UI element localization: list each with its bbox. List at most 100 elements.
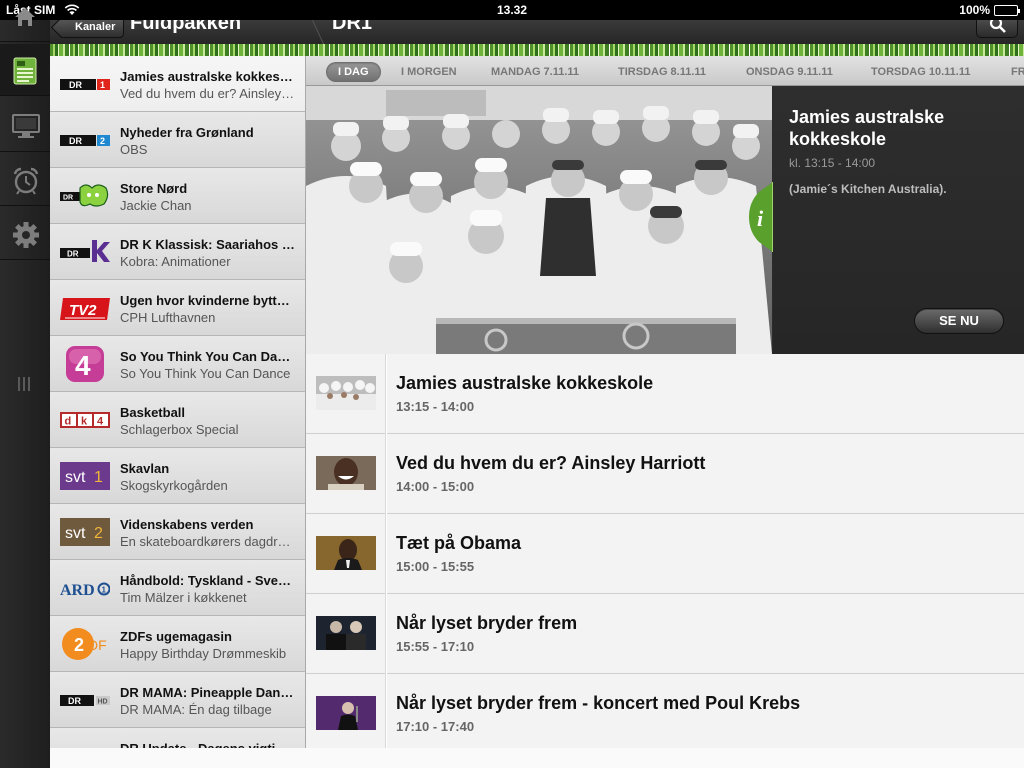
tab-friday[interactable]: FR	[1011, 62, 1024, 82]
channel-next-title: DR MAMA: Én dag tilbage	[120, 702, 272, 717]
program-row[interactable]: Jamies australske kokkeskole 13:15 - 14:…	[306, 354, 1024, 434]
channel-row-dk4[interactable]: d k 4 Basketball Schlagerbox Special	[50, 392, 305, 448]
channel-next-title: Kobra: Animationer	[120, 254, 231, 269]
nav-home[interactable]	[0, 6, 50, 42]
svg-text:i: i	[757, 206, 764, 231]
svg-text:DR: DR	[69, 136, 82, 146]
nav-tv[interactable]	[0, 100, 50, 152]
drk-logo: DR	[60, 240, 110, 262]
home-icon	[15, 8, 35, 26]
channel-row-tv2[interactable]: TV2 Ugen hvor kvinderne byttede CPH Luft…	[50, 280, 305, 336]
app-window: Låst SIM 13.32 100% Kanaler Fuldpakken D…	[0, 0, 1024, 768]
tab-tomorrow[interactable]: I MORGEN	[401, 62, 457, 82]
channel-next-title: Schlagerbox Special	[120, 422, 239, 437]
back-to-channels-button[interactable]: Kanaler	[60, 20, 125, 38]
channel-next-title: So You Think You Can Dance	[120, 366, 291, 381]
channel-row-kanal4[interactable]: 4 So You Think You Can Dance So You Thin…	[50, 336, 305, 392]
battery-icon	[994, 5, 1020, 16]
featured-time: kl. 13:15 - 14:00	[789, 156, 876, 170]
program-time: 15:00 - 15:55	[396, 559, 475, 574]
nav-reminders[interactable]	[0, 154, 50, 206]
channel-next-title: Ved du hvem du er? Ainsley Harriott	[120, 86, 296, 101]
channel-next-title: CPH Lufthavnen	[120, 310, 216, 325]
tab-tuesday[interactable]: TIRSDAG 8.11.11	[618, 62, 706, 82]
featured-program: i Jamies australske kokkeskole kl. 13:15…	[306, 86, 1024, 354]
alarm-clock-icon	[13, 167, 39, 195]
watch-now-button[interactable]: SE NU	[914, 308, 1004, 334]
dr-ramasjang-logo: DR	[60, 184, 109, 207]
svt1-logo: svt 1	[60, 462, 110, 490]
tv-icon	[12, 114, 40, 138]
chefs-group-photo	[306, 86, 772, 354]
program-row[interactable]: Når lyset bryder frem - koncert med Poul…	[306, 674, 1024, 748]
nav-tv-guide[interactable]	[0, 44, 50, 96]
clock: 13.32	[496, 3, 528, 17]
svg-text:1: 1	[102, 586, 107, 595]
featured-info-panel: Jamies australske kokkeskole kl. 13:15 -…	[773, 86, 1024, 354]
channel-now-title: Store Nørd	[120, 181, 188, 196]
dr2-logo: DR 2	[60, 135, 110, 146]
info-icon[interactable]: i	[749, 182, 773, 252]
svg-text:k: k	[81, 416, 88, 428]
tab-wednesday[interactable]: ONSDAG 9.11.11	[746, 62, 833, 82]
program-time: 13:15 - 14:00	[396, 399, 475, 414]
svt2-logo: svt 2	[60, 518, 110, 546]
svg-text:1: 1	[100, 80, 105, 90]
day-tabs: I DAG I MORGEN MANDAG 7.11.11 TIRSDAG 8.…	[306, 56, 1024, 86]
drhd-logo: DR HD	[60, 695, 110, 706]
channel-row-zdf[interactable]: 2 DF ZDFs ugemagasin Happy Birthday Drøm…	[50, 616, 305, 672]
channel-now-title: Jamies australske kokkeskole	[120, 69, 296, 84]
channel-row-ard[interactable]: ARD 1 Håndbold: Tyskland - Sverige Tim M…	[50, 560, 305, 616]
channel-next-title: Jackie Chan	[120, 198, 192, 213]
channel-next-title: Skogskyrkogården	[120, 478, 228, 493]
search-button[interactable]	[976, 20, 1018, 38]
channel-row-drhd[interactable]: DR HD DR MAMA: Pineapple Dance Studios D…	[50, 672, 305, 728]
program-row[interactable]: Når lyset bryder frem 15:55 - 17:10	[306, 594, 1024, 674]
portrait-thumbnail	[316, 536, 376, 570]
smiling-man-thumbnail	[316, 456, 376, 490]
svg-text:1: 1	[94, 469, 103, 486]
nav-rail	[0, 8, 50, 768]
tab-thursday[interactable]: TORSDAG 10.11.11	[871, 62, 970, 82]
tab-monday[interactable]: MANDAG 7.11.11	[491, 62, 579, 82]
dr1-logo: DR 1	[60, 79, 110, 90]
dk4-logo: d k 4	[60, 412, 110, 428]
channel-list: DR 1 Jamies australske kokkeskole Ved du…	[50, 56, 306, 768]
program-row[interactable]: Tæt på Obama 15:00 - 15:55	[306, 514, 1024, 594]
svg-text:2: 2	[74, 635, 84, 655]
svg-text:d: d	[65, 416, 72, 428]
channel-next-title: Tim Mälzer i køkkenet	[120, 590, 247, 605]
kanal4-logo: 4	[66, 346, 104, 382]
nav-settings[interactable]	[0, 208, 50, 260]
channel-row-svt1[interactable]: svt 1 Skavlan Skogskyrkogården	[50, 448, 305, 504]
program-row[interactable]: Ved du hvem du er? Ainsley Harriott 14:0…	[306, 434, 1024, 514]
program-title: Ved du hvem du er? Ainsley Harriott	[396, 453, 706, 473]
channel-title: DR1	[332, 20, 373, 34]
svg-text:DR: DR	[68, 696, 81, 706]
package-title: Fuldpakken	[130, 20, 242, 34]
svg-text:2: 2	[100, 136, 105, 146]
tv-guide-icon	[13, 57, 37, 85]
two-men-thumbnail	[316, 616, 376, 650]
featured-image[interactable]	[306, 86, 772, 354]
zdf-logo: 2 DF	[62, 628, 107, 660]
featured-description: (Jamie´s Kitchen Australia).	[789, 182, 947, 196]
channel-now-title: So You Think You Can Dance	[120, 349, 296, 364]
channel-now-title: Håndbold: Tyskland - Sverige	[120, 573, 296, 588]
tab-today[interactable]: I DAG	[326, 62, 381, 82]
channel-row-dr2[interactable]: DR 2 Nyheder fra Grønland OBS	[50, 112, 305, 168]
program-title: Jamies australske kokkeskole	[396, 373, 654, 393]
svg-text:TV2: TV2	[69, 302, 97, 319]
channel-next-title: En skateboardkørers dagdrøm	[120, 534, 296, 549]
channel-row-svt2[interactable]: svt 2 Videnskabens verden En skateboardk…	[50, 504, 305, 560]
channel-row-drk[interactable]: DR DR K Klassisk: Saariahos verden Kobra…	[50, 224, 305, 280]
channel-row-dr1[interactable]: DR 1 Jamies australske kokkeskole Ved du…	[50, 56, 305, 112]
channel-row-ramasjang[interactable]: DR Store Nørd Jackie Chan	[50, 168, 305, 224]
svg-text:ARD: ARD	[60, 582, 95, 599]
drag-handle-icon[interactable]	[18, 377, 32, 391]
tv2-logo: TV2	[60, 298, 110, 320]
bottom-edge	[50, 748, 1024, 768]
svg-text:HD: HD	[98, 699, 108, 706]
concert-thumbnail	[316, 696, 376, 730]
svg-text:DR: DR	[69, 80, 82, 90]
